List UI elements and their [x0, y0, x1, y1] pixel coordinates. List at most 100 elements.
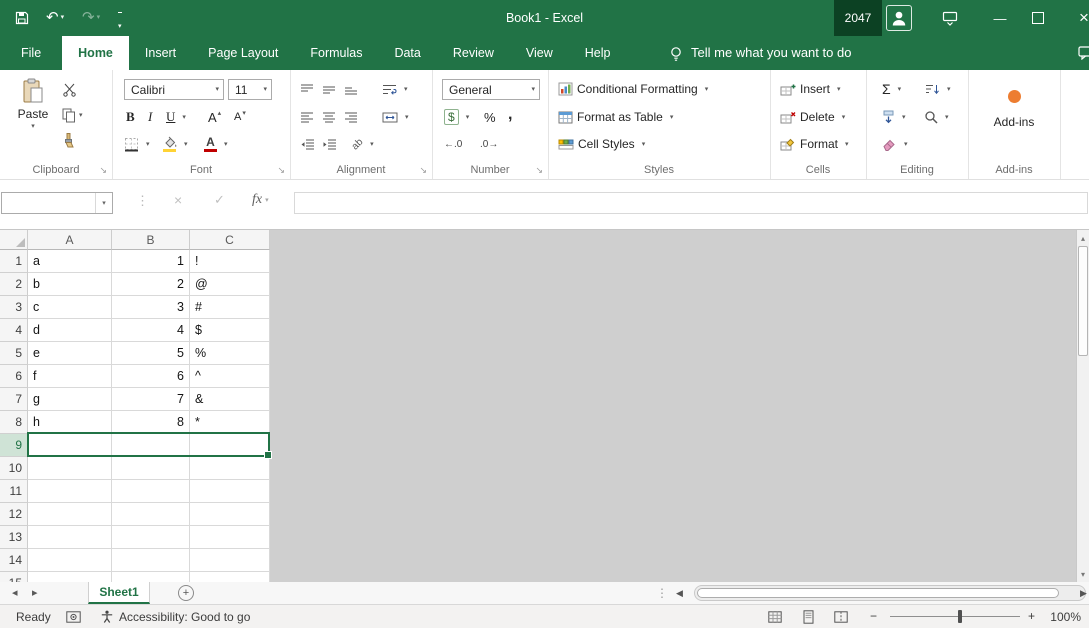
scroll-up-icon[interactable]: ▴ — [1077, 231, 1089, 245]
macro-record-icon[interactable] — [66, 611, 81, 623]
row-header[interactable]: 12 — [0, 503, 28, 526]
cell[interactable] — [190, 434, 270, 457]
font-size-combo[interactable]: 11 ▾ — [228, 79, 272, 100]
sheet-nav-right-icon[interactable]: ▸ — [32, 586, 38, 599]
cell[interactable] — [112, 526, 190, 549]
normal-view-icon[interactable] — [768, 611, 782, 623]
account-avatar[interactable] — [886, 5, 912, 31]
increase-font-size-button[interactable]: A ▴ — [208, 106, 221, 128]
cell[interactable] — [190, 503, 270, 526]
tab-data[interactable]: Data — [378, 36, 436, 70]
hscroll-left-icon[interactable]: ◀ — [676, 588, 683, 599]
percent-style-button[interactable]: % — [484, 106, 496, 128]
close-button[interactable]: × — [1062, 0, 1089, 36]
italic-button[interactable]: I — [148, 106, 152, 128]
delete-cells-button[interactable]: Delete ▾ — [780, 106, 845, 128]
cell[interactable] — [28, 572, 112, 582]
sheet-tab-sheet1[interactable]: Sheet1 — [88, 582, 150, 604]
cell[interactable] — [28, 503, 112, 526]
save-icon[interactable] — [14, 10, 30, 26]
cell[interactable]: a — [28, 250, 112, 273]
cell[interactable] — [112, 480, 190, 503]
undo-caret-icon[interactable]: ▾ — [61, 14, 65, 21]
cut-button[interactable] — [62, 82, 77, 97]
align-center-button[interactable] — [322, 106, 336, 128]
cell[interactable]: % — [190, 342, 270, 365]
wrap-text-button[interactable]: ▾ — [382, 78, 408, 100]
tab-file[interactable]: File — [0, 36, 62, 70]
notification-badge[interactable]: 2047 — [834, 0, 882, 36]
cell[interactable]: 1 — [112, 250, 190, 273]
new-sheet-button[interactable]: + — [178, 585, 194, 601]
row-header[interactable]: 13 — [0, 526, 28, 549]
vertical-scroll-thumb[interactable] — [1078, 246, 1088, 356]
zoom-out-button[interactable]: − — [870, 609, 877, 623]
cell[interactable] — [112, 457, 190, 480]
column-header-a[interactable]: A — [28, 230, 112, 250]
cell[interactable] — [112, 549, 190, 572]
font-color-button[interactable]: A ▾ — [204, 133, 228, 155]
row-header[interactable]: 7 — [0, 388, 28, 411]
tab-page-layout[interactable]: Page Layout — [192, 36, 294, 70]
row-header-active[interactable]: 9 — [0, 434, 28, 457]
insert-cells-button[interactable]: Insert ▾ — [780, 78, 841, 100]
cell[interactable]: e — [28, 342, 112, 365]
bottom-align-button[interactable] — [344, 78, 358, 100]
tell-me-box[interactable]: Tell me what you want to do — [691, 45, 851, 60]
decrease-indent-button[interactable] — [300, 133, 315, 155]
formula-input[interactable] — [294, 192, 1088, 214]
cell[interactable] — [28, 549, 112, 572]
name-box[interactable]: ▾ — [1, 192, 113, 214]
row-header[interactable]: 4 — [0, 319, 28, 342]
formula-bar-grip-icon[interactable]: ⋮ — [136, 193, 149, 209]
zoom-slider-handle[interactable] — [958, 610, 962, 623]
row-header[interactable]: 11 — [0, 480, 28, 503]
name-box-caret-icon[interactable]: ▾ — [95, 193, 112, 213]
addins-button[interactable]: Add-ins — [968, 78, 1060, 129]
cell[interactable]: 5 — [112, 342, 190, 365]
find-select-button[interactable]: ▾ — [924, 106, 949, 128]
ribbon-display-options-button[interactable] — [941, 9, 959, 27]
scroll-down-icon[interactable]: ▾ — [1077, 567, 1089, 581]
tab-splitter-grip-icon[interactable]: ⋮ — [656, 586, 668, 600]
cell[interactable]: 6 — [112, 365, 190, 388]
bold-button[interactable]: B — [126, 106, 135, 128]
cell[interactable] — [190, 572, 270, 582]
cell-styles-button[interactable]: Cell Styles ▾ — [558, 133, 645, 155]
underline-button[interactable]: U ▾ — [166, 106, 186, 128]
format-painter-button[interactable] — [62, 133, 75, 149]
accounting-format-button[interactable]: $ ▾ — [444, 106, 469, 128]
merge-center-button[interactable]: ▾ — [382, 106, 409, 128]
row-header[interactable]: 5 — [0, 342, 28, 365]
cell[interactable]: d — [28, 319, 112, 342]
customize-quick-access-button[interactable]: ▾ — [118, 12, 122, 33]
insert-function-button[interactable]: fx ▾ — [252, 192, 269, 208]
tab-insert[interactable]: Insert — [129, 36, 192, 70]
row-header[interactable]: 14 — [0, 549, 28, 572]
clear-button[interactable]: ▾ — [882, 133, 908, 155]
column-header-c[interactable]: C — [190, 230, 270, 250]
cell[interactable] — [112, 503, 190, 526]
increase-decimal-button[interactable]: ←.0 — [444, 133, 462, 155]
align-right-button[interactable] — [344, 106, 358, 128]
confirm-entry-button[interactable]: ✓ — [214, 192, 225, 208]
cell[interactable] — [28, 457, 112, 480]
top-align-button[interactable] — [300, 78, 314, 100]
cell[interactable]: ^ — [190, 365, 270, 388]
page-layout-view-icon[interactable] — [802, 610, 815, 624]
sort-filter-button[interactable]: ▾ — [924, 78, 951, 100]
cell[interactable]: # — [190, 296, 270, 319]
cell[interactable]: g — [28, 388, 112, 411]
zoom-slider-track[interactable] — [890, 616, 1020, 617]
conditional-formatting-button[interactable]: Conditional Formatting ▾ — [558, 78, 708, 100]
fill-button[interactable]: ▾ — [882, 106, 906, 128]
cell[interactable] — [190, 480, 270, 503]
cell[interactable]: * — [190, 411, 270, 434]
row-header[interactable]: 8 — [0, 411, 28, 434]
cell[interactable]: 4 — [112, 319, 190, 342]
horizontal-scroll-thumb[interactable] — [697, 588, 1059, 598]
select-all-corner[interactable] — [0, 230, 28, 250]
cell[interactable]: @ — [190, 273, 270, 296]
autosum-button[interactable]: Σ ▾ — [882, 78, 901, 100]
tab-help[interactable]: Help — [569, 36, 627, 70]
